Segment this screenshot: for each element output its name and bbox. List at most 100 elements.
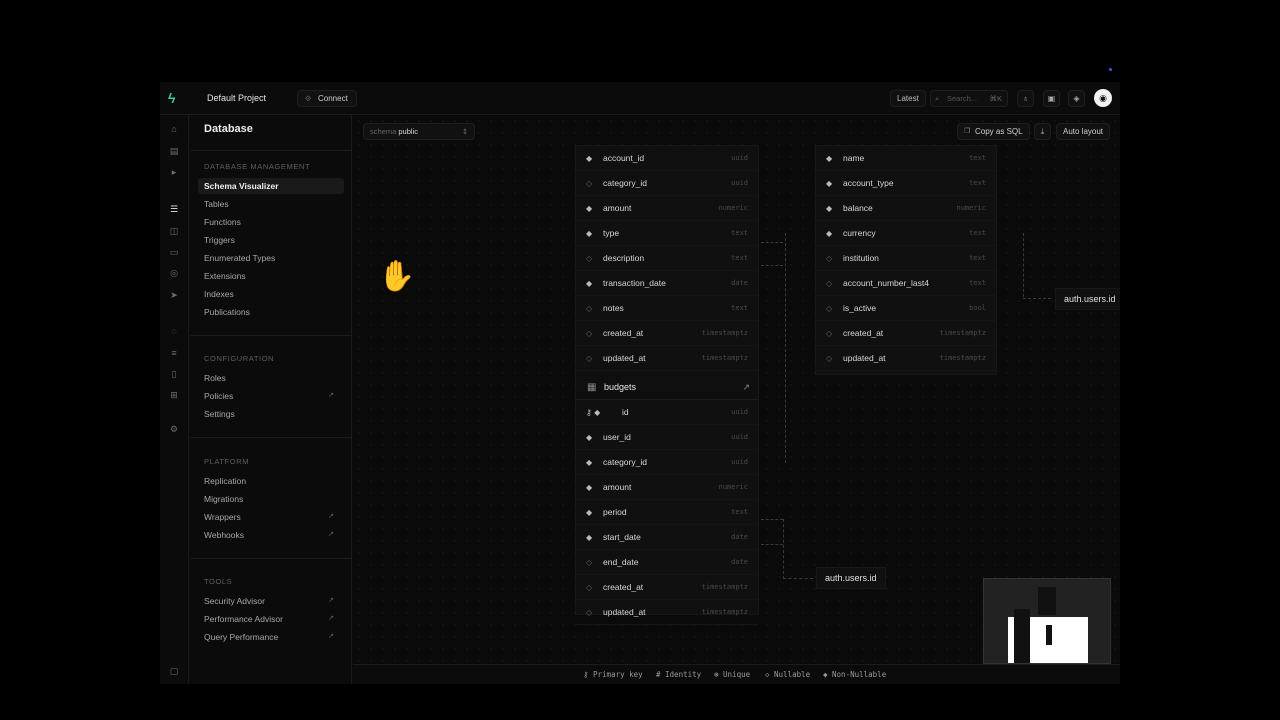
sidebar-item-wrappers[interactable]: Wrappers ↗	[198, 509, 344, 525]
section-label-configuration: CONFIGURATION	[204, 354, 275, 363]
sql-editor-icon[interactable]: ▸	[168, 166, 180, 178]
column-name: created_at	[603, 582, 644, 592]
table-row[interactable]: ◇ updated_at timestamptz	[816, 346, 996, 371]
table-row[interactable]: ◆ user_id uuid	[576, 425, 758, 450]
sidebar-item-webhooks[interactable]: Webhooks ↗	[198, 527, 344, 543]
table-row[interactable]: ◇ notes text	[576, 296, 758, 321]
sidebar-item-tables[interactable]: Tables	[198, 196, 344, 212]
search-input[interactable]: ⌕ Search... ⌘K	[930, 90, 1008, 107]
sidebar-item-replication[interactable]: Replication	[198, 473, 344, 489]
schema-selector[interactable]: schema public ⇕	[363, 123, 475, 140]
sidebar-item-label: Query Performance	[204, 632, 279, 642]
table-name: budgets	[604, 382, 637, 392]
open-table-icon[interactable]: ↗	[742, 375, 750, 400]
column-type: text	[969, 154, 986, 162]
lightbulb-icon[interactable]: ♁	[1017, 90, 1034, 107]
terminal-icon[interactable]: ▣	[1043, 90, 1060, 107]
sidebar-item-security-advisor[interactable]: Security Advisor ↗	[198, 593, 344, 609]
supabase-logo-icon[interactable]: ϟ	[168, 91, 182, 105]
table-row[interactable]: ◇ is_active bool	[816, 296, 996, 321]
sidebar-item-publications[interactable]: Publications	[198, 304, 344, 320]
column-name: id	[622, 407, 629, 417]
column-type: timestamptz	[939, 329, 986, 337]
sidebar-item-migrations[interactable]: Migrations	[198, 491, 344, 507]
sidebar-item-schema-visualizer[interactable]: Schema Visualizer	[198, 178, 344, 194]
table-row[interactable]: ◇ updated_at timestamptz	[576, 600, 758, 625]
app-window: ϟ Default Project ⟐ Connect Latest ⌕ Sea…	[160, 82, 1120, 684]
sidebar-item-indexes[interactable]: Indexes	[198, 286, 344, 302]
table-row[interactable]: ◆ currency text	[816, 221, 996, 246]
table-row[interactable]: ◇ account_number_last4 text	[816, 271, 996, 296]
minimap[interactable]	[983, 578, 1111, 664]
sidebar-item-enumerated-types[interactable]: Enumerated Types	[198, 250, 344, 266]
external-link-icon: ↗	[328, 392, 334, 399]
download-icon[interactable]: ⤓	[1034, 123, 1051, 140]
divider	[190, 437, 352, 438]
table-row[interactable]: ◆ name text	[816, 146, 996, 171]
sidebar-item-triggers[interactable]: Triggers	[198, 232, 344, 248]
avatar[interactable]: ◉	[1094, 89, 1112, 107]
auth-icon[interactable]: ◫	[168, 225, 180, 237]
table-row[interactable]: ◇ end_date date	[576, 550, 758, 575]
assistant-icon[interactable]: ◈	[1068, 90, 1085, 107]
table-row[interactable]: ◆ category_id uuid	[576, 450, 758, 475]
sidebar-item-extensions[interactable]: Extensions	[198, 268, 344, 284]
sidebar-item-roles[interactable]: Roles	[198, 370, 344, 386]
relation-line	[1023, 298, 1051, 299]
advisors-icon[interactable]: ◌	[168, 325, 180, 337]
table-row[interactable]: ◇ institution text	[816, 246, 996, 271]
table-row[interactable]: ◆ account_type text	[816, 171, 996, 196]
table-row[interactable]: ◆ account_id uuid	[576, 146, 758, 171]
table-row[interactable]: ◆ start_date date	[576, 525, 758, 550]
settings-icon[interactable]: ⚙	[168, 423, 180, 435]
table-row[interactable]: ◇ description text	[576, 246, 758, 271]
sidebar-item-performance-advisor[interactable]: Performance Advisor ↗	[198, 611, 344, 627]
table-card-transactions[interactable]: ◆ account_id uuid ◇ category_id uuid ◆ amount nu…	[575, 145, 759, 625]
table-row[interactable]: ⚷ ◆ id uuid	[576, 400, 758, 425]
integrations-icon[interactable]: ⊞	[168, 389, 180, 401]
relation-line	[761, 242, 783, 243]
non-nullable-icon: ◆	[826, 229, 833, 238]
project-selector[interactable]: Default Project	[207, 93, 266, 103]
table-row[interactable]: ◆ type text	[576, 221, 758, 246]
home-icon[interactable]: ⌂	[168, 123, 180, 135]
auto-layout-button[interactable]: Auto layout	[1056, 123, 1111, 140]
table-header-budgets[interactable]: ▦ budgets ↗	[576, 375, 758, 400]
latest-badge[interactable]: Latest	[890, 90, 926, 107]
non-nullable-icon: ◆	[586, 483, 593, 492]
search-icon: ⌕	[935, 94, 940, 103]
storage-icon[interactable]: ▭	[168, 246, 180, 258]
table-row[interactable]: ◇ updated_at timestamptz	[576, 346, 758, 371]
sidebar-item-settings[interactable]: Settings	[198, 406, 344, 422]
realtime-icon[interactable]: ➤	[168, 289, 180, 301]
database-icon[interactable]: ☰	[168, 203, 180, 215]
primary-key-icon: ⚷ ◆	[586, 408, 601, 417]
reference-node-auth-users[interactable]: auth.users.id	[816, 567, 886, 589]
column-name: start_date	[603, 532, 641, 542]
column-name: description	[603, 253, 645, 263]
table-row[interactable]: ◇ created_at timestamptz	[576, 575, 758, 600]
nullable-icon: ◇	[586, 608, 593, 617]
table-row[interactable]: ◇ created_at timestamptz	[576, 321, 758, 346]
copy-as-sql-button[interactable]: ❐ Copy as SQL	[957, 123, 1030, 140]
sidebar-item-functions[interactable]: Functions	[198, 214, 344, 230]
table-row[interactable]: ◇ created_at timestamptz	[816, 321, 996, 346]
edge-functions-icon[interactable]: ◎	[168, 267, 180, 279]
table-row[interactable]: ◆ transaction_date date	[576, 271, 758, 296]
table-row[interactable]: ◆ period text	[576, 500, 758, 525]
collapse-icon[interactable]: ▢	[168, 665, 180, 677]
logs-icon[interactable]: ≡	[168, 347, 180, 359]
connect-button[interactable]: ⟐ Connect	[297, 90, 357, 107]
table-row[interactable]: ◆ balance numeric	[816, 196, 996, 221]
table-row[interactable]: ◆ amount numeric	[576, 196, 758, 221]
table-row[interactable]: ◇ category_id uuid	[576, 171, 758, 196]
sidebar-item-query-performance[interactable]: Query Performance ↗	[198, 629, 344, 645]
reference-node-auth-users[interactable]: auth.users.id	[1055, 288, 1120, 310]
database-sidebar: Database DATABASE MANAGEMENT Schema Visu…	[190, 115, 352, 684]
api-docs-icon[interactable]: ▯	[168, 368, 180, 380]
table-editor-icon[interactable]: ▤	[168, 145, 180, 157]
table-row[interactable]: ◆ amount numeric	[576, 475, 758, 500]
table-card-accounts[interactable]: ◆ name text ◆ account_type text ◆ balance numeri…	[815, 145, 997, 375]
sidebar-item-policies[interactable]: Policies ↗	[198, 388, 344, 404]
nullable-icon: ◇	[586, 354, 593, 363]
